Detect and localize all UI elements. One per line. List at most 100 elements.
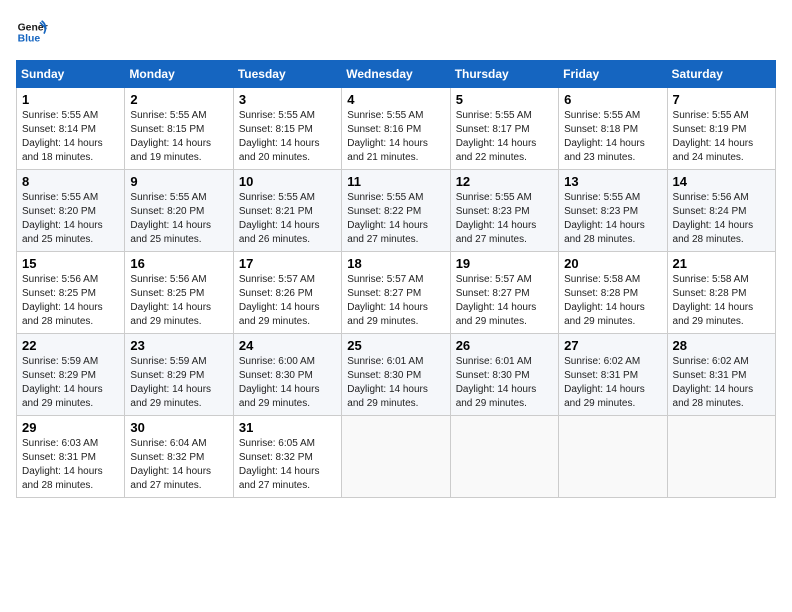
cell-info: Sunrise: 5:57 AMSunset: 8:27 PMDaylight:… (456, 274, 537, 327)
cell-info: Sunrise: 5:55 AMSunset: 8:15 PMDaylight:… (239, 110, 320, 163)
calendar-cell: 24 Sunrise: 6:00 AMSunset: 8:30 PMDaylig… (233, 334, 341, 416)
cell-info: Sunrise: 5:55 AMSunset: 8:15 PMDaylight:… (130, 110, 211, 163)
calendar-cell: 17 Sunrise: 5:57 AMSunset: 8:26 PMDaylig… (233, 252, 341, 334)
cell-info: Sunrise: 5:55 AMSunset: 8:14 PMDaylight:… (22, 110, 103, 163)
cell-info: Sunrise: 5:57 AMSunset: 8:26 PMDaylight:… (239, 274, 320, 327)
page-header: General Blue (16, 16, 776, 48)
calendar-cell: 20 Sunrise: 5:58 AMSunset: 8:28 PMDaylig… (559, 252, 667, 334)
logo-icon: General Blue (16, 16, 48, 48)
calendar-week-2: 8 Sunrise: 5:55 AMSunset: 8:20 PMDayligh… (17, 170, 776, 252)
day-number: 1 (22, 92, 119, 107)
calendar-cell: 15 Sunrise: 5:56 AMSunset: 8:25 PMDaylig… (17, 252, 125, 334)
cell-info: Sunrise: 5:57 AMSunset: 8:27 PMDaylight:… (347, 274, 428, 327)
day-number: 17 (239, 256, 336, 271)
calendar-cell: 7 Sunrise: 5:55 AMSunset: 8:19 PMDayligh… (667, 88, 775, 170)
cell-info: Sunrise: 5:55 AMSunset: 8:16 PMDaylight:… (347, 110, 428, 163)
calendar-cell: 16 Sunrise: 5:56 AMSunset: 8:25 PMDaylig… (125, 252, 233, 334)
cell-info: Sunrise: 5:58 AMSunset: 8:28 PMDaylight:… (564, 274, 645, 327)
cell-info: Sunrise: 5:59 AMSunset: 8:29 PMDaylight:… (22, 356, 103, 409)
day-header-friday: Friday (559, 61, 667, 88)
calendar-week-4: 22 Sunrise: 5:59 AMSunset: 8:29 PMDaylig… (17, 334, 776, 416)
calendar-cell: 23 Sunrise: 5:59 AMSunset: 8:29 PMDaylig… (125, 334, 233, 416)
cell-info: Sunrise: 6:04 AMSunset: 8:32 PMDaylight:… (130, 438, 211, 491)
day-number: 11 (347, 174, 444, 189)
calendar-cell: 11 Sunrise: 5:55 AMSunset: 8:22 PMDaylig… (342, 170, 450, 252)
calendar-cell: 4 Sunrise: 5:55 AMSunset: 8:16 PMDayligh… (342, 88, 450, 170)
day-number: 10 (239, 174, 336, 189)
day-number: 21 (673, 256, 770, 271)
cell-info: Sunrise: 5:55 AMSunset: 8:22 PMDaylight:… (347, 192, 428, 245)
calendar-cell: 29 Sunrise: 6:03 AMSunset: 8:31 PMDaylig… (17, 416, 125, 498)
day-number: 20 (564, 256, 661, 271)
day-header-sunday: Sunday (17, 61, 125, 88)
day-number: 25 (347, 338, 444, 353)
day-number: 6 (564, 92, 661, 107)
cell-info: Sunrise: 5:55 AMSunset: 8:23 PMDaylight:… (564, 192, 645, 245)
cell-info: Sunrise: 6:00 AMSunset: 8:30 PMDaylight:… (239, 356, 320, 409)
day-number: 13 (564, 174, 661, 189)
day-number: 29 (22, 420, 119, 435)
day-number: 7 (673, 92, 770, 107)
calendar-cell (559, 416, 667, 498)
calendar-cell (342, 416, 450, 498)
calendar-cell: 25 Sunrise: 6:01 AMSunset: 8:30 PMDaylig… (342, 334, 450, 416)
day-header-tuesday: Tuesday (233, 61, 341, 88)
day-number: 15 (22, 256, 119, 271)
cell-info: Sunrise: 5:55 AMSunset: 8:18 PMDaylight:… (564, 110, 645, 163)
cell-info: Sunrise: 5:59 AMSunset: 8:29 PMDaylight:… (130, 356, 211, 409)
day-number: 5 (456, 92, 553, 107)
cell-info: Sunrise: 5:56 AMSunset: 8:25 PMDaylight:… (22, 274, 103, 327)
day-number: 19 (456, 256, 553, 271)
day-number: 30 (130, 420, 227, 435)
day-number: 22 (22, 338, 119, 353)
calendar-cell: 19 Sunrise: 5:57 AMSunset: 8:27 PMDaylig… (450, 252, 558, 334)
calendar-cell: 30 Sunrise: 6:04 AMSunset: 8:32 PMDaylig… (125, 416, 233, 498)
calendar-cell: 1 Sunrise: 5:55 AMSunset: 8:14 PMDayligh… (17, 88, 125, 170)
calendar-cell: 5 Sunrise: 5:55 AMSunset: 8:17 PMDayligh… (450, 88, 558, 170)
cell-info: Sunrise: 5:55 AMSunset: 8:21 PMDaylight:… (239, 192, 320, 245)
cell-info: Sunrise: 6:03 AMSunset: 8:31 PMDaylight:… (22, 438, 103, 491)
calendar-cell: 9 Sunrise: 5:55 AMSunset: 8:20 PMDayligh… (125, 170, 233, 252)
cell-info: Sunrise: 6:05 AMSunset: 8:32 PMDaylight:… (239, 438, 320, 491)
day-number: 8 (22, 174, 119, 189)
day-number: 12 (456, 174, 553, 189)
calendar-table: SundayMondayTuesdayWednesdayThursdayFrid… (16, 60, 776, 498)
calendar-cell: 28 Sunrise: 6:02 AMSunset: 8:31 PMDaylig… (667, 334, 775, 416)
calendar-week-3: 15 Sunrise: 5:56 AMSunset: 8:25 PMDaylig… (17, 252, 776, 334)
day-header-monday: Monday (125, 61, 233, 88)
day-header-thursday: Thursday (450, 61, 558, 88)
calendar-week-5: 29 Sunrise: 6:03 AMSunset: 8:31 PMDaylig… (17, 416, 776, 498)
day-number: 4 (347, 92, 444, 107)
cell-info: Sunrise: 5:55 AMSunset: 8:17 PMDaylight:… (456, 110, 537, 163)
cell-info: Sunrise: 5:56 AMSunset: 8:24 PMDaylight:… (673, 192, 754, 245)
day-number: 16 (130, 256, 227, 271)
day-number: 24 (239, 338, 336, 353)
calendar-week-1: 1 Sunrise: 5:55 AMSunset: 8:14 PMDayligh… (17, 88, 776, 170)
day-number: 2 (130, 92, 227, 107)
day-number: 27 (564, 338, 661, 353)
calendar-cell: 12 Sunrise: 5:55 AMSunset: 8:23 PMDaylig… (450, 170, 558, 252)
calendar-cell: 3 Sunrise: 5:55 AMSunset: 8:15 PMDayligh… (233, 88, 341, 170)
calendar-cell: 13 Sunrise: 5:55 AMSunset: 8:23 PMDaylig… (559, 170, 667, 252)
day-number: 3 (239, 92, 336, 107)
calendar-cell: 14 Sunrise: 5:56 AMSunset: 8:24 PMDaylig… (667, 170, 775, 252)
logo: General Blue (16, 16, 48, 48)
day-number: 23 (130, 338, 227, 353)
day-header-wednesday: Wednesday (342, 61, 450, 88)
cell-info: Sunrise: 5:55 AMSunset: 8:20 PMDaylight:… (22, 192, 103, 245)
day-number: 14 (673, 174, 770, 189)
calendar-header-row: SundayMondayTuesdayWednesdayThursdayFrid… (17, 61, 776, 88)
calendar-cell (450, 416, 558, 498)
day-number: 31 (239, 420, 336, 435)
cell-info: Sunrise: 6:01 AMSunset: 8:30 PMDaylight:… (347, 356, 428, 409)
svg-text:Blue: Blue (18, 34, 41, 45)
calendar-cell: 18 Sunrise: 5:57 AMSunset: 8:27 PMDaylig… (342, 252, 450, 334)
cell-info: Sunrise: 5:56 AMSunset: 8:25 PMDaylight:… (130, 274, 211, 327)
calendar-cell: 8 Sunrise: 5:55 AMSunset: 8:20 PMDayligh… (17, 170, 125, 252)
cell-info: Sunrise: 5:58 AMSunset: 8:28 PMDaylight:… (673, 274, 754, 327)
calendar-body: 1 Sunrise: 5:55 AMSunset: 8:14 PMDayligh… (17, 88, 776, 498)
calendar-cell: 31 Sunrise: 6:05 AMSunset: 8:32 PMDaylig… (233, 416, 341, 498)
cell-info: Sunrise: 6:02 AMSunset: 8:31 PMDaylight:… (673, 356, 754, 409)
calendar-cell: 10 Sunrise: 5:55 AMSunset: 8:21 PMDaylig… (233, 170, 341, 252)
day-number: 26 (456, 338, 553, 353)
